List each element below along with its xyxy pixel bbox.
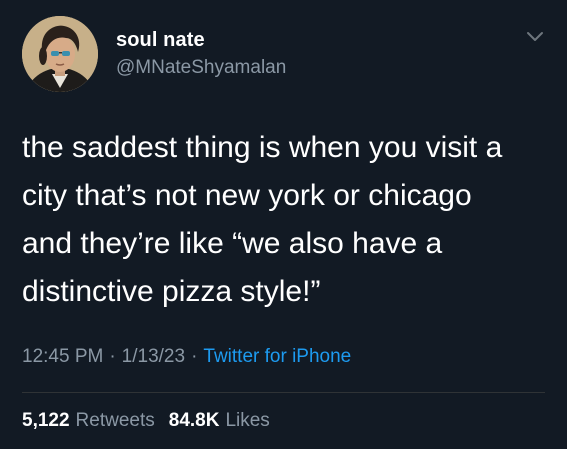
tweet-line: distinctive pizza style!”: [22, 275, 321, 308]
likes-stat[interactable]: 84.8K Likes: [169, 410, 270, 431]
likes-count: 84.8K: [168, 410, 220, 431]
tweet-source-link[interactable]: Twitter for iPhone: [203, 346, 351, 367]
retweets-stat[interactable]: 5,122 Retweets: [22, 410, 155, 431]
user-handle[interactable]: @MNateShyamalan: [116, 56, 286, 80]
likes-label: Likes: [225, 410, 270, 431]
meta-separator: ·: [109, 346, 116, 367]
tweet-line: and they’re like “we also have a: [22, 227, 443, 260]
tweet-time[interactable]: 12:45 PM: [22, 346, 103, 367]
tweet-text: the saddest thing is when you visit a ci…: [22, 124, 547, 316]
retweets-count: 5,122: [22, 410, 70, 431]
portrait-avatar-icon: [22, 16, 98, 92]
chevron-down-icon[interactable]: [525, 26, 545, 46]
tweet-date[interactable]: 1/13/23: [122, 346, 185, 367]
avatar[interactable]: [22, 16, 98, 92]
tweet-line: city that’s not new york or chicago: [22, 179, 472, 212]
display-name[interactable]: soul nate: [116, 28, 286, 52]
divider: [22, 392, 545, 393]
tweet-line: the saddest thing is when you visit a: [22, 131, 503, 164]
tweet-meta: 12:45 PM · 1/13/23 · Twitter for iPhone: [22, 346, 351, 368]
tweet-stats: 5,122 Retweets 84.8K Likes: [22, 410, 270, 432]
retweets-label: Retweets: [75, 410, 155, 431]
meta-separator: ·: [191, 346, 198, 367]
author-info: soul nate @MNateShyamalan: [116, 28, 286, 80]
tweet-card: soul nate @MNateShyamalan the saddest th…: [0, 0, 567, 449]
